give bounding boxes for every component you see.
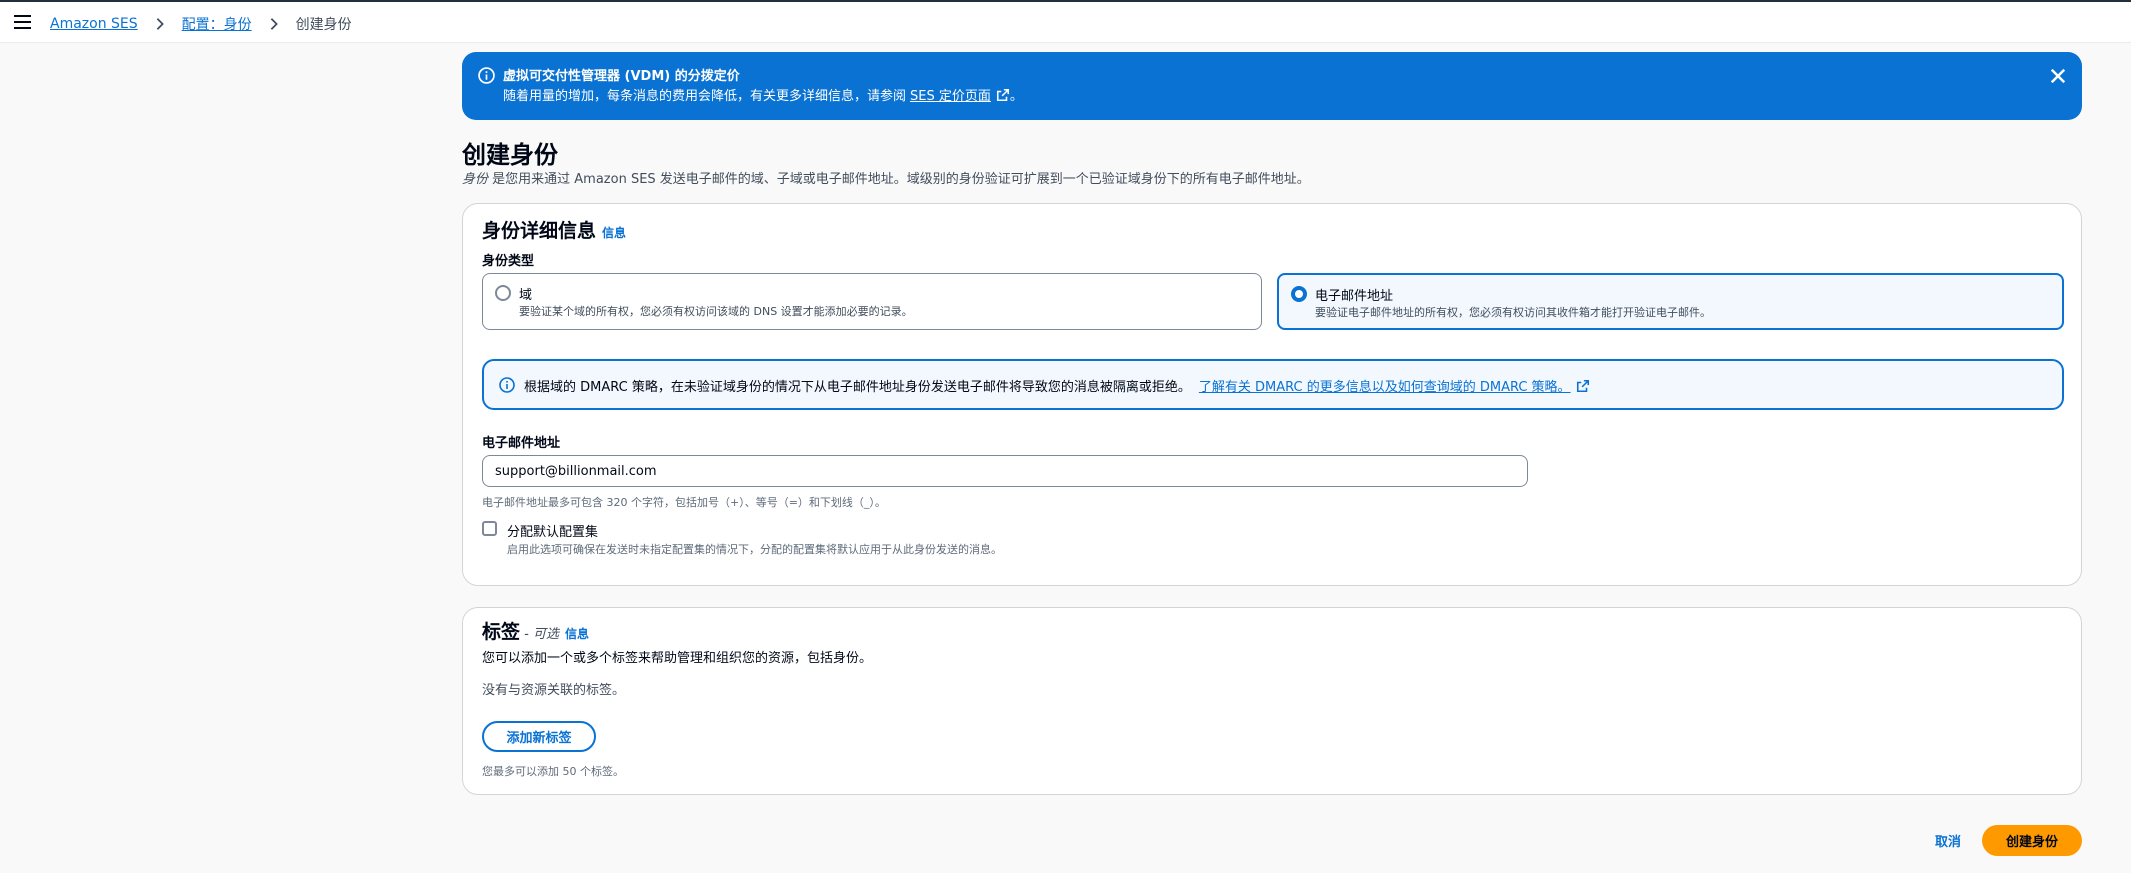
page-description: 身份 是您用来通过 Amazon SES 发送电子邮件的域、子域或电子邮件地址。… <box>462 172 1310 187</box>
identity-type-label: 身份类型 <box>482 254 535 269</box>
menu-icon[interactable] <box>14 15 31 29</box>
dmarc-alert: 根据域的 DMARC 策略，在未验证域身份的情况下从电子邮件地址身份发送电子邮件… <box>482 359 2064 410</box>
email-address-label: 电子邮件地址 <box>482 436 561 451</box>
vdm-pricing-banner: 虚拟可交付性管理器 (VDM) 的分拨定价 随着用量的增加，每条消息的费用会降低… <box>462 52 2082 120</box>
breadcrumb-item-identities[interactable]: 配置：身份 <box>182 14 252 34</box>
chevron-right-icon <box>265 15 283 33</box>
option-title: 域 <box>519 288 533 303</box>
domain-radio[interactable] <box>495 285 511 301</box>
dmarc-learn-more-link[interactable]: 了解有关 DMARC 的更多信息以及如何查询域的 DMARC 策略。 <box>1199 376 1571 395</box>
identity-details-panel: 身份详细信息 信息 身份类型 域 要验证某个域的所有权，您必须有权访问该域的 DN… <box>462 203 2082 586</box>
identity-type-domain-option[interactable]: 域 要验证某个域的所有权，您必须有权访问该域的 DNS 设置才能添加必要的记录。 <box>482 273 1262 330</box>
external-link-icon <box>996 88 1009 101</box>
external-link-icon <box>1576 379 1589 392</box>
info-link[interactable]: 信息 <box>602 226 626 240</box>
tags-panel: 标签 - 可选 信息 您可以添加一个或多个标签来帮助管理和组织您的资源，包括身份。… <box>462 607 2082 795</box>
close-icon[interactable] <box>2048 66 2068 86</box>
info-icon <box>499 377 515 393</box>
email-hint: 电子邮件地址最多可包含 320 个字符，包括加号（+）、等号（=）和下划线（_）… <box>482 496 886 509</box>
ses-pricing-link[interactable]: SES 定价页面 <box>910 85 991 104</box>
default-config-set-description: 启用此选项可确保在发送时未指定配置集的情况下，分配的配置集将默认应用于从此身份发… <box>507 543 1002 556</box>
option-description: 要验证某个域的所有权，您必须有权访问该域的 DNS 设置才能添加必要的记录。 <box>519 305 913 318</box>
optional-label: - 可选 <box>520 627 559 642</box>
default-config-set-label: 分配默认配置集 <box>507 525 599 540</box>
breadcrumb-item-current: 创建身份 <box>295 17 352 33</box>
default-config-set-checkbox[interactable] <box>482 521 497 536</box>
alert-text: 根据域的 DMARC 策略，在未验证域身份的情况下从电子邮件地址身份发送电子邮件… <box>524 376 1590 395</box>
email-address-input[interactable] <box>482 455 1528 487</box>
identity-type-email-option[interactable]: 电子邮件地址 要验证电子邮件地址的所有权，您必须有权访问其收件箱才能打开验证电子… <box>1277 273 2064 330</box>
breadcrumb: Amazon SES 配置：身份 创建身份 <box>50 14 352 34</box>
breadcrumb-item-ses[interactable]: Amazon SES <box>50 16 138 32</box>
tags-description: 您可以添加一个或多个标签来帮助管理和组织您的资源，包括身份。 <box>482 651 873 666</box>
no-tags-text: 没有与资源关联的标签。 <box>482 683 626 698</box>
create-identity-button[interactable]: 创建身份 <box>1982 825 2082 856</box>
info-link[interactable]: 信息 <box>565 627 589 641</box>
tags-limit-hint: 您最多可以添加 50 个标签。 <box>482 765 624 778</box>
option-title: 电子邮件地址 <box>1315 289 1394 304</box>
banner-title: 虚拟可交付性管理器 (VDM) 的分拨定价 <box>503 69 740 84</box>
info-icon <box>478 67 495 84</box>
page-title: 创建身份 <box>462 141 558 169</box>
panel-title: 身份详细信息 信息 <box>482 220 627 242</box>
banner-text: 随着用量的增加，每条消息的费用会降低，有关更多详细信息，请参阅 SES 定价页面… <box>503 85 1023 104</box>
add-new-tag-button[interactable]: 添加新标签 <box>482 721 596 752</box>
email-radio[interactable] <box>1291 286 1307 302</box>
top-bar: Amazon SES 配置：身份 创建身份 <box>0 2 2131 43</box>
option-description: 要验证电子邮件地址的所有权，您必须有权访问其收件箱才能打开验证电子邮件。 <box>1315 306 1711 319</box>
cancel-button[interactable]: 取消 <box>1918 825 1978 856</box>
panel-title: 标签 - 可选 信息 <box>482 621 589 643</box>
chevron-right-icon <box>151 15 169 33</box>
